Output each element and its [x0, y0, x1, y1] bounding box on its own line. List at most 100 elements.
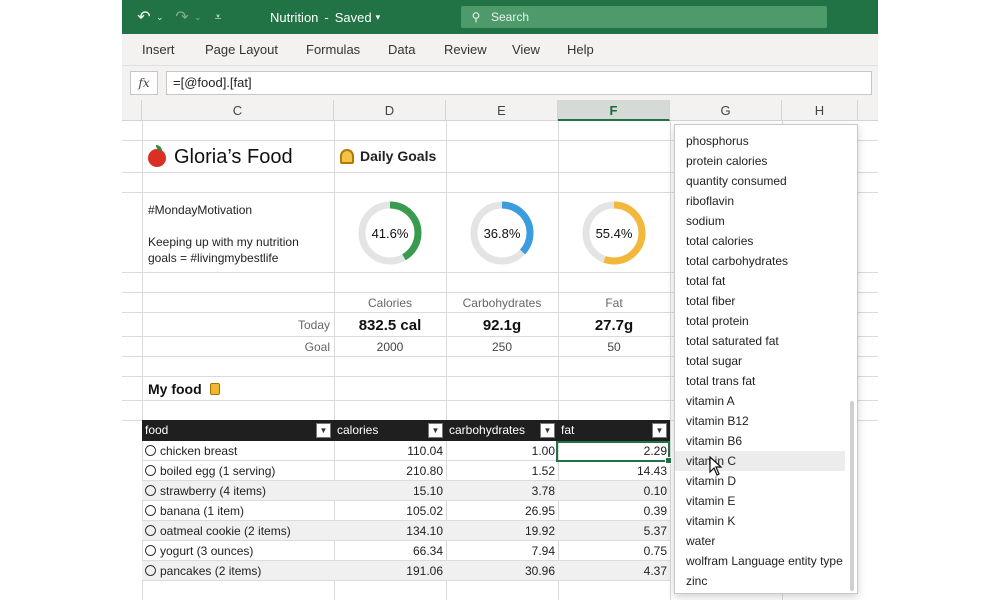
- dropdown-item-total-carbohydrates[interactable]: total carbohydrates: [675, 251, 845, 271]
- sheet-title: Gloria’s Food: [148, 144, 293, 169]
- header-calories[interactable]: calories: [334, 420, 378, 441]
- dropdown-item-vitamin-c[interactable]: vitamin C: [675, 451, 845, 471]
- dropdown-item-water[interactable]: water: [675, 531, 845, 551]
- dropdown-item-zinc[interactable]: zinc: [675, 571, 845, 591]
- formula-bar: fx =[@food].[fat]: [122, 66, 878, 100]
- dropdown-item-vitamin-b6[interactable]: vitamin B6: [675, 431, 845, 451]
- table-row[interactable]: strawberry (4 items) 15.10 3.78 0.10: [142, 481, 670, 501]
- table-row[interactable]: boiled egg (1 serving) 210.80 1.52 14.43: [142, 461, 670, 481]
- food-cell[interactable]: oatmeal cookie (2 items): [142, 521, 291, 541]
- dropdown-item-total-fat[interactable]: total fat: [675, 271, 845, 291]
- active-cell-selection: [556, 441, 672, 464]
- carbohydrates-cell[interactable]: 1.00: [446, 441, 555, 461]
- dropdown-item-protein-calories[interactable]: protein calories: [675, 151, 845, 171]
- hands-icon: [340, 148, 354, 164]
- food-name: pancakes (2 items): [160, 564, 262, 578]
- header-fat[interactable]: fat: [558, 420, 574, 441]
- tab-help[interactable]: Help: [567, 34, 594, 66]
- tab-insert[interactable]: Insert: [142, 34, 175, 66]
- dropdown-item-vitamin-e[interactable]: vitamin E: [675, 491, 845, 511]
- today-fat: 27.7g: [594, 317, 634, 334]
- food-cell[interactable]: yogurt (3 ounces): [142, 541, 253, 561]
- dropdown-item-vitamin-b12[interactable]: vitamin B12: [675, 411, 845, 431]
- today-calories: 832.5 cal: [358, 317, 422, 334]
- dropdown-scrollbar[interactable]: [850, 401, 854, 591]
- dropdown-item-wolfram-language-entity-type[interactable]: wolfram Language entity type: [675, 551, 845, 571]
- filter-food-icon[interactable]: ▼: [316, 423, 331, 438]
- food-cell[interactable]: pancakes (2 items): [142, 561, 261, 581]
- food-cell[interactable]: banana (1 item): [142, 501, 244, 521]
- dropdown-item-total-fiber[interactable]: total fiber: [675, 291, 845, 311]
- fat-cell[interactable]: 0.75: [558, 541, 667, 561]
- carbohydrates-percent: 36.8%: [483, 225, 521, 241]
- carbohydrates-cell[interactable]: 1.52: [446, 461, 555, 481]
- goal-label: Goal: [304, 340, 330, 354]
- corner-cell[interactable]: [122, 100, 142, 121]
- dropdown-item-phosphorus[interactable]: phosphorus: [675, 131, 845, 151]
- tab-page-layout[interactable]: Page Layout: [205, 34, 278, 66]
- dropdown-item-vitamin-d[interactable]: vitamin D: [675, 471, 845, 491]
- carbohydrates-cell[interactable]: 30.96: [446, 561, 555, 581]
- food-cell[interactable]: chicken breast: [142, 441, 237, 461]
- dropdown-item-vitamin-a[interactable]: vitamin A: [675, 391, 845, 411]
- carbohydrates-cell[interactable]: 3.78: [446, 481, 555, 501]
- undo-dropdown-icon[interactable]: ⌄: [156, 0, 164, 34]
- calories-cell[interactable]: 110.04: [334, 441, 443, 461]
- save-status: Saved: [334, 9, 372, 25]
- table-row[interactable]: oatmeal cookie (2 items) 134.10 19.92 5.…: [142, 521, 670, 541]
- dropdown-item-total-calories[interactable]: total calories: [675, 231, 845, 251]
- customize-toolbar-icon[interactable]: ⩡: [210, 0, 226, 34]
- fat-cell[interactable]: 14.43: [558, 461, 667, 481]
- dropdown-item-riboflavin[interactable]: riboflavin: [675, 191, 845, 211]
- food-cell[interactable]: strawberry (4 items): [142, 481, 266, 501]
- filter-fat-icon[interactable]: ▼: [652, 423, 667, 438]
- search-box[interactable]: ⚲ Search: [461, 6, 827, 28]
- dropdown-item-total-sugar[interactable]: total sugar: [675, 351, 845, 371]
- formula-input[interactable]: =[@food].[fat]: [166, 71, 872, 95]
- dropdown-item-vitamin-k[interactable]: vitamin K: [675, 511, 845, 531]
- note-hashtag: #MondayMotivation: [148, 203, 253, 217]
- insert-function-button[interactable]: fx: [130, 71, 158, 95]
- dropdown-item-total-saturated-fat[interactable]: total saturated fat: [675, 331, 845, 351]
- filter-calories-icon[interactable]: ▼: [428, 423, 443, 438]
- column-header-e[interactable]: E: [446, 100, 558, 121]
- fat-cell[interactable]: 4.37: [558, 561, 667, 581]
- filter-carbohydrates-icon[interactable]: ▼: [540, 423, 555, 438]
- calories-cell[interactable]: 210.80: [334, 461, 443, 481]
- fat-cell[interactable]: 5.37: [558, 521, 667, 541]
- header-food[interactable]: food: [142, 420, 168, 441]
- table-row[interactable]: pancakes (2 items) 191.06 30.96 4.37: [142, 561, 670, 581]
- tab-view[interactable]: View: [512, 34, 540, 66]
- column-header-f[interactable]: F: [558, 100, 670, 121]
- calories-cell[interactable]: 66.34: [334, 541, 443, 561]
- fat-cell[interactable]: 0.10: [558, 481, 667, 501]
- fat-label: Fat: [605, 296, 623, 310]
- undo-icon[interactable]: ↶: [134, 0, 154, 34]
- calories-cell[interactable]: 191.06: [334, 561, 443, 581]
- document-title[interactable]: Nutrition - Saved ▾: [270, 0, 380, 34]
- dropdown-item-total-protein[interactable]: total protein: [675, 311, 845, 331]
- fat-cell[interactable]: 0.39: [558, 501, 667, 521]
- carbohydrates-cell[interactable]: 7.94: [446, 541, 555, 561]
- header-carbohydrates[interactable]: carbohydrates: [446, 420, 525, 441]
- column-header-g[interactable]: G: [670, 100, 782, 121]
- calories-cell[interactable]: 134.10: [334, 521, 443, 541]
- food-cell[interactable]: boiled egg (1 serving): [142, 461, 275, 481]
- table-row[interactable]: yogurt (3 ounces) 66.34 7.94 0.75: [142, 541, 670, 561]
- column-header-c[interactable]: C: [142, 100, 334, 121]
- carbohydrates-cell[interactable]: 26.95: [446, 501, 555, 521]
- dropdown-item-quantity-consumed[interactable]: quantity consumed: [675, 171, 845, 191]
- carbohydrates-cell[interactable]: 19.92: [446, 521, 555, 541]
- table-row[interactable]: banana (1 item) 105.02 26.95 0.39: [142, 501, 670, 521]
- calories-cell[interactable]: 15.10: [334, 481, 443, 501]
- goal-carbohydrates: 250: [491, 340, 513, 354]
- dropdown-item-total-trans-fat[interactable]: total trans fat: [675, 371, 845, 391]
- save-status-caret-icon[interactable]: ▾: [376, 12, 381, 23]
- calories-cell[interactable]: 105.02: [334, 501, 443, 521]
- tab-review[interactable]: Review: [444, 34, 487, 66]
- column-header-h[interactable]: H: [782, 100, 858, 121]
- dropdown-item-sodium[interactable]: sodium: [675, 211, 845, 231]
- tab-data[interactable]: Data: [388, 34, 415, 66]
- column-header-d[interactable]: D: [334, 100, 446, 121]
- tab-formulas[interactable]: Formulas: [306, 34, 360, 66]
